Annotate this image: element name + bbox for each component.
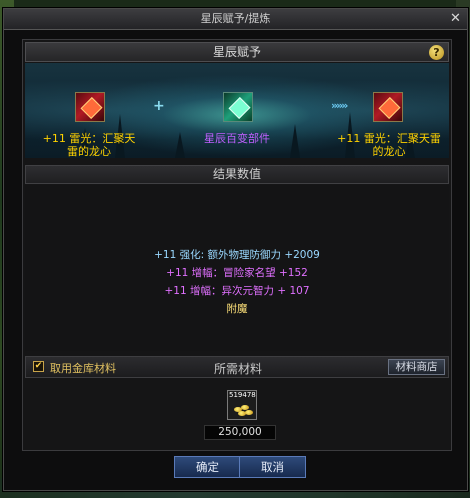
result-item-name: +11 雷光：汇聚天雷的龙心	[337, 132, 441, 158]
results-header: 结果数值	[25, 165, 449, 184]
arrow-right-icon: »»»	[331, 99, 348, 112]
required-material-slot[interactable]: 519478	[227, 390, 257, 420]
materials-header: ✔ 取用金库材料 所需材料 材料商店	[25, 356, 449, 378]
plus-icon: +	[153, 98, 165, 114]
dragon-heart-icon	[378, 97, 401, 119]
cancel-button[interactable]: 取消	[239, 456, 306, 478]
results-area: +11 强化: 额外物理防御力 +2009 +11 增幅：冒险家名望 +152 …	[25, 185, 449, 351]
source-item-slot[interactable]	[75, 92, 105, 122]
confirm-button[interactable]: 确定	[174, 456, 241, 478]
panel-header-title: 星辰赋予	[212, 45, 261, 59]
decor-spike	[290, 124, 300, 158]
close-icon[interactable]: ✕	[448, 11, 463, 26]
star-part-icon	[228, 97, 251, 119]
result-line-reinforce: +11 强化: 额外物理防御力 +2009	[154, 249, 320, 261]
result-line-amplify-fame: +11 增幅：冒险家名望 +152	[166, 267, 308, 279]
result-line-enchant: 附魔	[226, 303, 248, 315]
source-item-name: +11 雷光：汇聚天雷的龙心	[42, 132, 136, 158]
help-icon[interactable]: ?	[429, 45, 444, 60]
enchant-banner: + »»» +11 雷光：汇聚天雷的龙心 星辰百变部件 +11 雷光：汇聚天雷的…	[25, 63, 449, 158]
result-item-slot[interactable]	[373, 92, 403, 122]
dialog-window: 星辰赋予/提炼 ✕ 星辰赋予 ? + »»» +11 雷光：汇聚天雷的龙心 星辰…	[3, 8, 468, 491]
material-item-slot[interactable]	[223, 92, 253, 122]
panel-header: 星辰赋予 ?	[25, 42, 449, 62]
material-item-name: 星辰百变部件	[204, 132, 270, 145]
main-panel: 星辰赋予 ? + »»» +11 雷光：汇聚天雷的龙心 星辰百变部件 +11 雷	[22, 39, 452, 451]
window-title: 星辰赋予/提炼	[200, 12, 271, 25]
decor-spike	[175, 132, 185, 158]
window-titlebar[interactable]: 星辰赋予/提炼 ✕	[4, 9, 467, 30]
material-cost: 250,000	[204, 425, 276, 440]
dragon-heart-icon	[80, 97, 103, 119]
material-shop-button[interactable]: 材料商店	[388, 359, 445, 375]
material-count: 519478	[229, 391, 256, 399]
result-line-amplify-int: +11 增幅：异次元智力 + 107	[164, 285, 310, 297]
materials-title: 所需材料	[213, 362, 262, 376]
